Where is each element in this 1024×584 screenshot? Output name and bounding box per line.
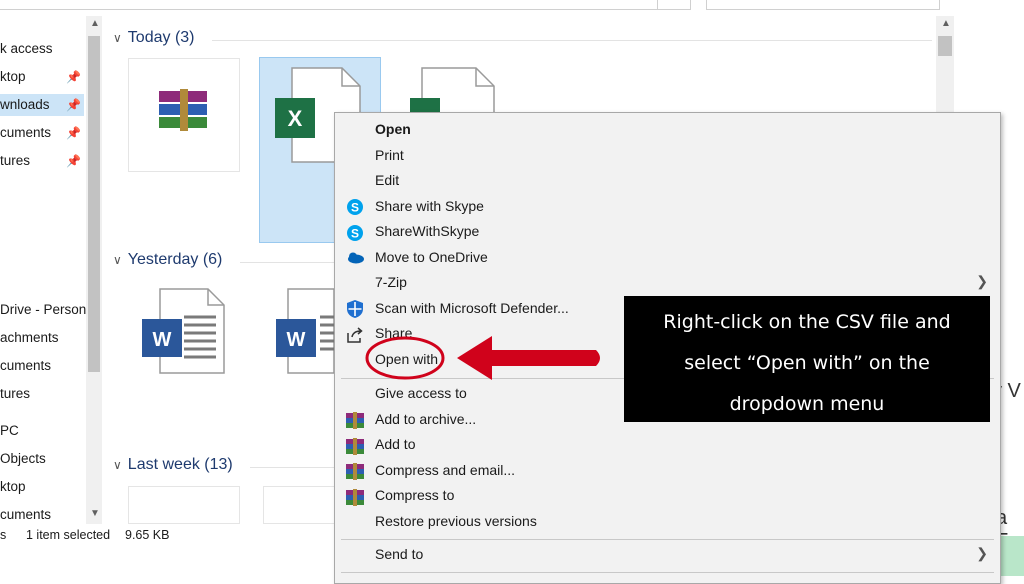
- instruction-callout: Right-click on the CSV file and select “…: [624, 296, 990, 422]
- annotation-overlay: [365, 336, 600, 380]
- callout-line: dropdown menu: [729, 393, 885, 415]
- callout-line: select “Open with” on the: [684, 352, 930, 374]
- callout-line: Right-click on the CSV file and: [663, 311, 951, 333]
- arrow-left-icon: [457, 336, 600, 380]
- highlight-circle: [365, 336, 445, 380]
